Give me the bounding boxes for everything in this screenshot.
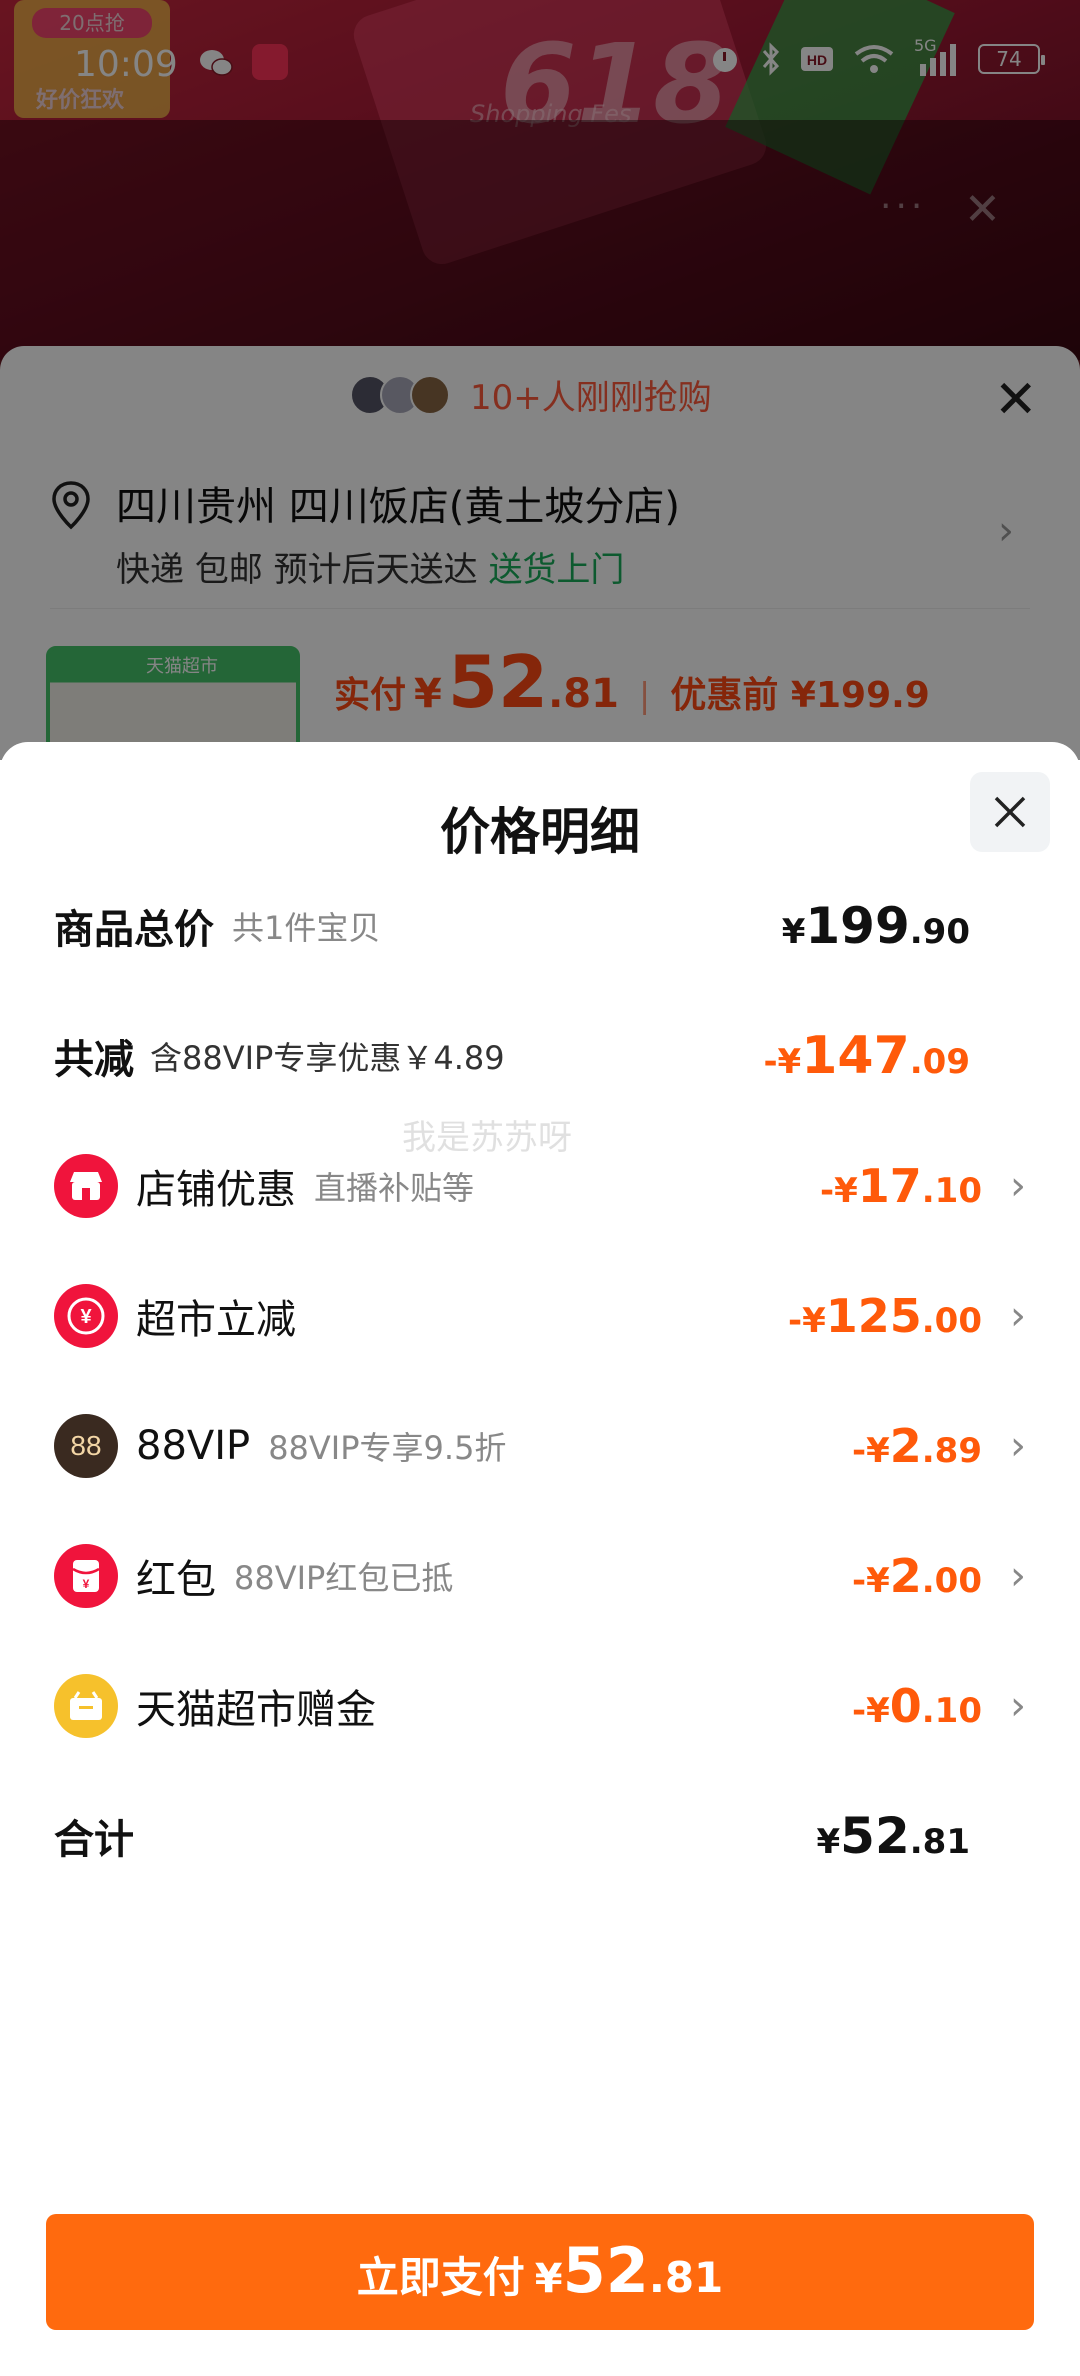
total-reduction-label: 共减 bbox=[54, 1037, 134, 1083]
discount-note: 直播补贴等 bbox=[314, 1169, 475, 1207]
chevron-right-icon: › bbox=[1010, 1553, 1026, 1599]
pay-now-button[interactable]: 立即支付 ¥ 52 .81 bbox=[46, 2214, 1034, 2330]
discount-amount: -¥ 2.00 bbox=[851, 1549, 982, 1603]
chevron-right-icon: › bbox=[1010, 1683, 1026, 1729]
chevron-right-icon: › bbox=[1010, 1163, 1026, 1209]
modal-scrim[interactable] bbox=[0, 0, 1080, 760]
discount-note: 88VIP红包已抵 bbox=[234, 1559, 454, 1597]
discount-row-gift-money[interactable]: 天猫超市赠金 -¥ 0.10 › bbox=[54, 1666, 1026, 1746]
discount-label: 天猫超市赠金 bbox=[136, 1687, 376, 1733]
discount-label: 88VIP bbox=[136, 1423, 251, 1469]
sheet-title: 价格明细 bbox=[440, 803, 640, 861]
chevron-right-icon: › bbox=[1010, 1293, 1026, 1339]
svg-text:¥: ¥ bbox=[80, 1306, 92, 1328]
discount-note: 88VIP专享9.5折 bbox=[268, 1429, 507, 1467]
discount-label: 店铺优惠 bbox=[136, 1167, 296, 1213]
goods-total-amount: ¥ 199 .90 bbox=[781, 897, 970, 955]
sum-label: 合计 bbox=[54, 1817, 134, 1863]
close-button[interactable] bbox=[970, 772, 1050, 852]
pay-button-label: 立即支付 bbox=[356, 2253, 525, 2302]
discount-amount: -¥ 125.00 bbox=[787, 1289, 982, 1343]
discount-row-supermarket[interactable]: ¥ 超市立减 -¥ 125.00 › bbox=[54, 1276, 1026, 1356]
sum-amount: ¥ 52 .81 bbox=[816, 1807, 971, 1865]
watermark: 我是苏苏呀 bbox=[402, 1118, 572, 1158]
discount-label: 超市立减 bbox=[136, 1297, 296, 1343]
discount-amount: -¥ 0.10 bbox=[851, 1679, 982, 1733]
discount-row-88vip[interactable]: 88 88VIP 88VIP专享9.5折 -¥ 2.89 › bbox=[54, 1406, 1026, 1486]
close-icon bbox=[994, 796, 1026, 828]
total-reduction-row: 共减 含88VIP专享优惠￥4.89 -¥ 147 .09 bbox=[54, 1016, 1026, 1096]
sum-row: 合计 ¥ 52 .81 bbox=[54, 1796, 1026, 1876]
total-reduction-amount: -¥ 147 .09 bbox=[763, 1026, 970, 1086]
discount-row-red-packet[interactable]: ¥ 红包 88VIP红包已抵 -¥ 2.00 › bbox=[54, 1536, 1026, 1616]
store-icon bbox=[54, 1154, 118, 1218]
total-reduction-note: 含88VIP专享优惠￥4.89 bbox=[150, 1039, 505, 1077]
goods-total-row: 商品总价 共1件宝贝 ¥ 199 .90 bbox=[54, 886, 1026, 966]
gift-money-icon bbox=[54, 1674, 118, 1738]
price-detail-sheet: 价格明细 商品总价 共1件宝贝 ¥ 199 .90 共减 含88VIP专享优惠￥… bbox=[0, 742, 1080, 2376]
chevron-right-icon: › bbox=[1010, 1423, 1026, 1469]
yuan-coin-icon: ¥ bbox=[54, 1284, 118, 1348]
goods-count: 共1件宝贝 bbox=[232, 909, 381, 947]
discount-amount: -¥ 2.89 bbox=[851, 1419, 982, 1473]
vip88-icon: 88 bbox=[54, 1414, 118, 1478]
discount-amount: -¥ 17.10 bbox=[819, 1159, 982, 1213]
discount-label: 红包 bbox=[136, 1557, 216, 1603]
red-packet-icon: ¥ bbox=[54, 1544, 118, 1608]
goods-total-label: 商品总价 bbox=[54, 907, 214, 953]
svg-text:¥: ¥ bbox=[83, 1577, 90, 1591]
